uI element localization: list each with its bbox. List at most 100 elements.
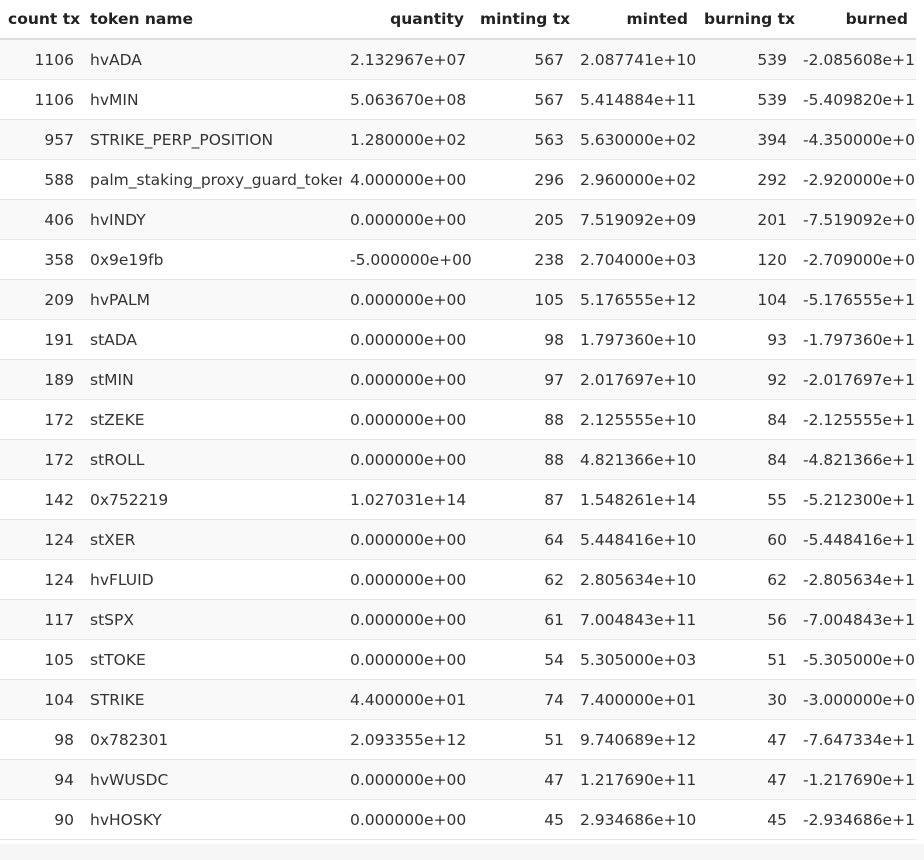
cell-burning-tx: 45 <box>696 799 795 840</box>
cell-minting-tx: 54 <box>472 639 572 680</box>
cell-minted: 5.414884e+11 <box>572 79 696 120</box>
cell-token-name: hvFLUID <box>82 559 342 600</box>
cell-burned: -1.217690e+11 <box>795 759 916 800</box>
header-minting-tx[interactable]: minting tx <box>472 0 572 40</box>
cell-burned: -2.017697e+10 <box>795 359 916 400</box>
cell-minted: 2.087741e+10 <box>572 39 696 80</box>
cell-token-name: 0x782301 <box>82 719 342 760</box>
cell-burning-tx: 394 <box>696 119 795 160</box>
header-count-tx[interactable]: count tx <box>0 0 82 40</box>
cell-burned: -5.448416e+10 <box>795 519 916 560</box>
cell-burning-tx: 92 <box>696 359 795 400</box>
header-token-name[interactable]: token name <box>82 0 342 40</box>
token-table: count tx token name quantity minting tx … <box>0 0 916 840</box>
table-row: 172 stROLL 0.000000e+00 88 4.821366e+10 84 -4.… <box>0 439 916 480</box>
table-row: 957 STRIKE_PERP_POSITION 1.280000e+02 563 5.… <box>0 119 916 160</box>
cell-minting-tx: 45 <box>472 799 572 840</box>
cell-minted: 5.448416e+10 <box>572 519 696 560</box>
cell-count-tx: 588 <box>0 159 82 200</box>
table-row: 189 stMIN 0.000000e+00 97 2.017697e+10 92 -2.0… <box>0 359 916 400</box>
cell-quantity: 2.093355e+12 <box>342 719 472 760</box>
cell-quantity: 0.000000e+00 <box>342 439 472 480</box>
cell-burning-tx: 93 <box>696 319 795 360</box>
cell-minting-tx: 87 <box>472 479 572 520</box>
cell-token-name: stTOKE <box>82 639 342 680</box>
cell-minting-tx: 97 <box>472 359 572 400</box>
cell-burned: -2.709000e+03 <box>795 239 916 280</box>
cell-minted: 2.934686e+10 <box>572 799 696 840</box>
cell-burned: -2.125555e+10 <box>795 399 916 440</box>
cell-minting-tx: 238 <box>472 239 572 280</box>
cell-minted: 2.017697e+10 <box>572 359 696 400</box>
cell-quantity: 0.000000e+00 <box>342 599 472 640</box>
cell-quantity: 0.000000e+00 <box>342 519 472 560</box>
header-row: count tx token name quantity minting tx … <box>0 0 916 40</box>
table-row: 124 hvFLUID 0.000000e+00 62 2.805634e+10 62 -2… <box>0 559 916 600</box>
cell-token-name: hvADA <box>82 39 342 80</box>
table-row: 105 stTOKE 0.000000e+00 54 5.305000e+03 51 -5.… <box>0 639 916 680</box>
cell-quantity: 1.280000e+02 <box>342 119 472 160</box>
cell-minting-tx: 61 <box>472 599 572 640</box>
cell-count-tx: 124 <box>0 519 82 560</box>
cell-quantity: 1.027031e+14 <box>342 479 472 520</box>
cell-minted: 1.548261e+14 <box>572 479 696 520</box>
cell-minting-tx: 567 <box>472 79 572 120</box>
cell-burning-tx: 84 <box>696 439 795 480</box>
cell-minting-tx: 74 <box>472 679 572 720</box>
cell-minting-tx: 51 <box>472 719 572 760</box>
cell-minting-tx: 88 <box>472 439 572 480</box>
cell-burned: -7.519092e+09 <box>795 199 916 240</box>
cell-token-name: 0x752219 <box>82 479 342 520</box>
cell-burned: -2.805634e+10 <box>795 559 916 600</box>
cell-burning-tx: 60 <box>696 519 795 560</box>
cell-quantity: 0.000000e+00 <box>342 359 472 400</box>
cell-burned: -2.934686e+10 <box>795 799 916 840</box>
cell-burning-tx: 55 <box>696 479 795 520</box>
table-row: 98 0x782301 2.093355e+12 51 9.740689e+12 47 -7… <box>0 719 916 760</box>
header-quantity[interactable]: quantity <box>342 0 472 40</box>
cell-quantity: 0.000000e+00 <box>342 799 472 840</box>
cell-minted: 1.797360e+10 <box>572 319 696 360</box>
header-burned[interactable]: burned <box>795 0 916 40</box>
cell-count-tx: 105 <box>0 639 82 680</box>
cell-minted: 2.704000e+03 <box>572 239 696 280</box>
cell-minting-tx: 88 <box>472 399 572 440</box>
cell-burned: -7.004843e+11 <box>795 599 916 640</box>
cell-quantity: 2.132967e+07 <box>342 39 472 80</box>
cell-quantity: -5.000000e+00 <box>342 239 472 280</box>
cell-count-tx: 94 <box>0 759 82 800</box>
cell-quantity: 0.000000e+00 <box>342 319 472 360</box>
cell-burned: -1.797360e+10 <box>795 319 916 360</box>
cell-count-tx: 124 <box>0 559 82 600</box>
table-row: 209 hvPALM 0.000000e+00 105 5.176555e+12 104-… <box>0 279 916 320</box>
table-row: 90 hvHOSKY 0.000000e+00 45 2.934686e+10 45 -2.… <box>0 799 916 840</box>
cell-burned: -2.085608e+10 <box>795 39 916 80</box>
cell-quantity: 5.063670e+08 <box>342 79 472 120</box>
cell-token-name: hvPALM <box>82 279 342 320</box>
cell-minting-tx: 567 <box>472 39 572 80</box>
cell-token-name: palm_staking_proxy_guard_token <box>82 159 342 200</box>
table-body: 1106 hvADA 2.132967e+07 567 2.087741e+10 539-… <box>0 39 916 840</box>
cell-minting-tx: 98 <box>472 319 572 360</box>
cell-burned: -4.821366e+10 <box>795 439 916 480</box>
header-minted[interactable]: minted <box>572 0 696 40</box>
cell-burned: -2.920000e+02 <box>795 159 916 200</box>
header-burning-tx[interactable]: burning tx <box>696 0 795 40</box>
cell-burning-tx: 104 <box>696 279 795 320</box>
cell-burned: -5.305000e+03 <box>795 639 916 680</box>
cell-count-tx: 209 <box>0 279 82 320</box>
cell-token-name: stMIN <box>82 359 342 400</box>
cell-quantity: 0.000000e+00 <box>342 759 472 800</box>
cell-count-tx: 358 <box>0 239 82 280</box>
cell-minting-tx: 62 <box>472 559 572 600</box>
cell-quantity: 0.000000e+00 <box>342 199 472 240</box>
table-header: count tx token name quantity minting tx … <box>0 0 916 40</box>
cell-minting-tx: 64 <box>472 519 572 560</box>
cell-minting-tx: 205 <box>472 199 572 240</box>
table-row: 191 stADA 0.000000e+00 98 1.797360e+10 93 -1.7… <box>0 319 916 360</box>
cell-minted: 7.519092e+09 <box>572 199 696 240</box>
cell-quantity: 0.000000e+00 <box>342 279 472 320</box>
cell-token-name: stADA <box>82 319 342 360</box>
cell-burning-tx: 56 <box>696 599 795 640</box>
cell-count-tx: 1106 <box>0 39 82 80</box>
